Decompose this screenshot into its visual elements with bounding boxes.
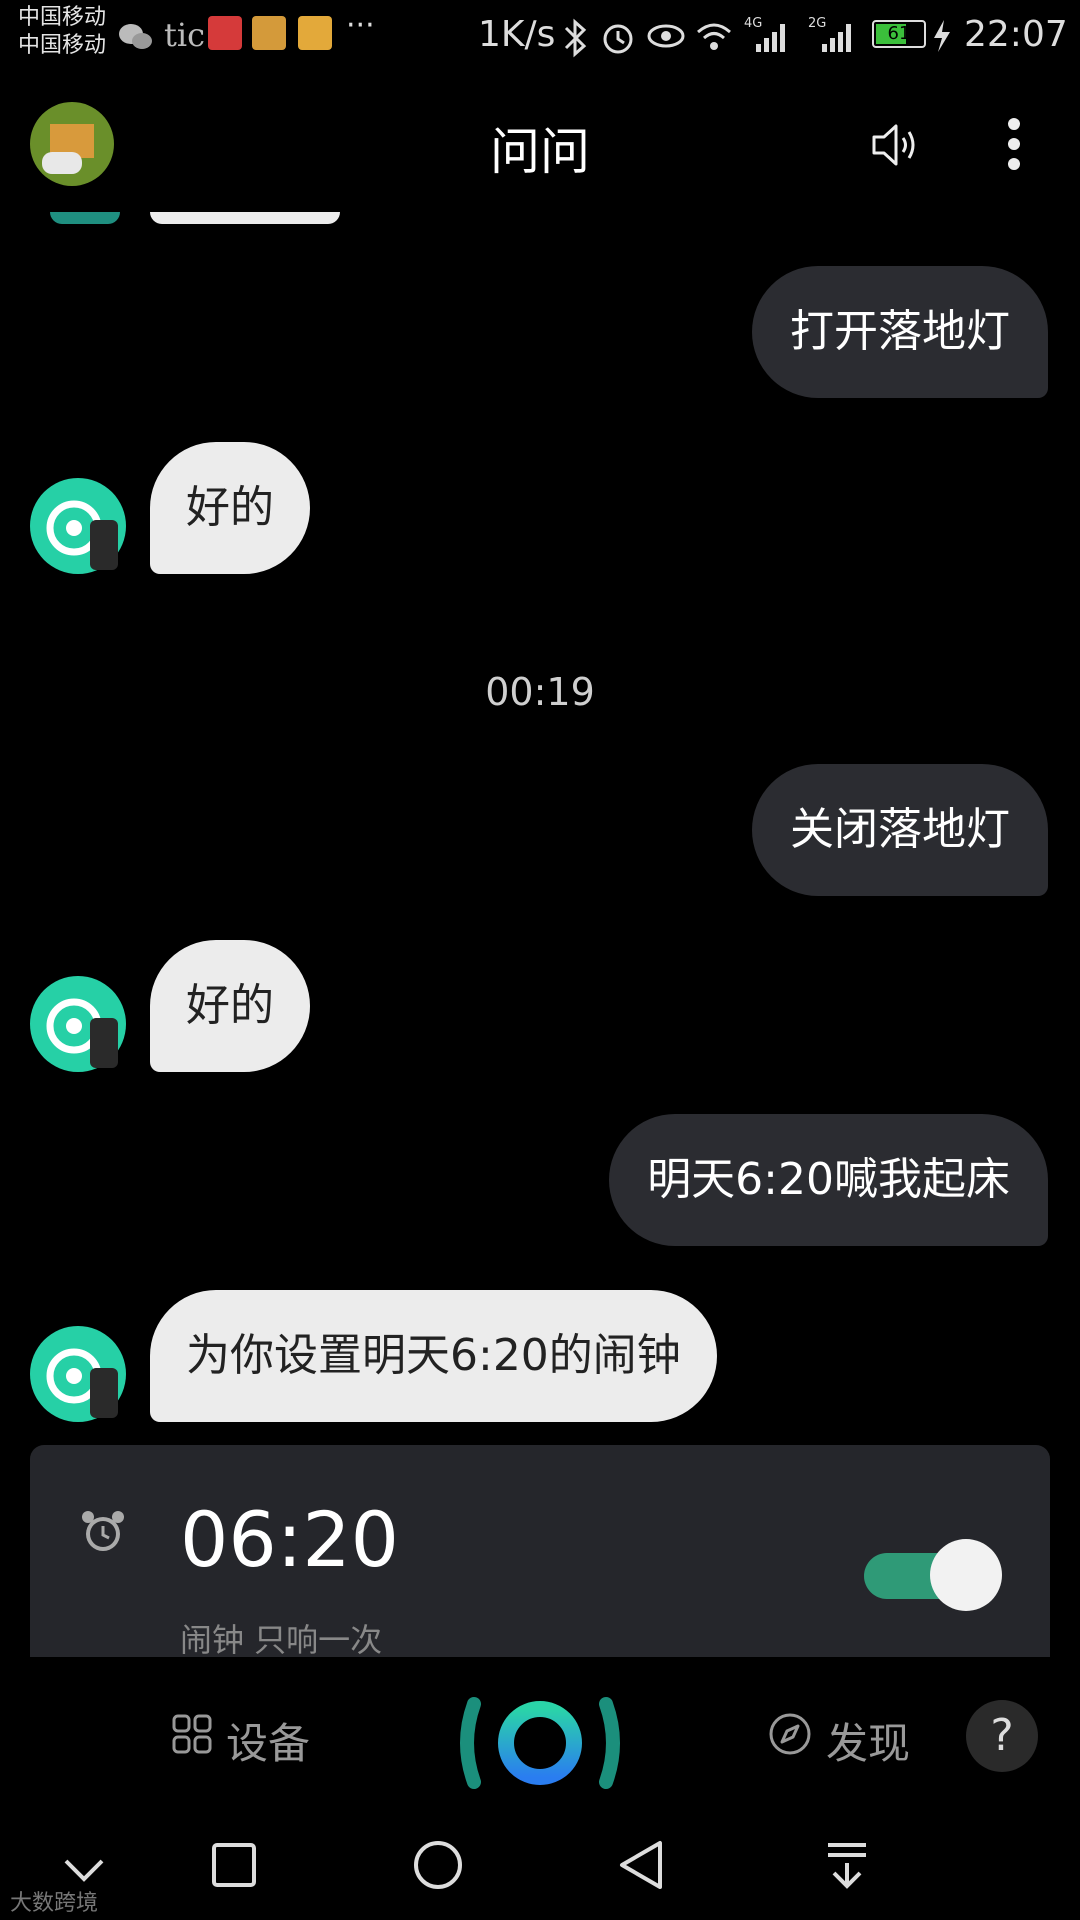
clock: 22:07	[964, 14, 1068, 55]
network-speed: 1K/s	[478, 14, 556, 55]
system-nav-bar	[0, 1815, 1080, 1920]
bot-avatar-icon	[30, 1326, 126, 1422]
battery-icon: 61	[872, 20, 926, 48]
bottom-tab-bar: 设备 发现 ?	[0, 1660, 1080, 1810]
chevron-down-icon[interactable]	[62, 1857, 106, 1885]
tab-devices[interactable]: 设备	[226, 1710, 310, 1771]
more-options-icon[interactable]	[1004, 116, 1024, 172]
compass-icon	[769, 1713, 811, 1755]
devices-grid-icon	[172, 1714, 212, 1754]
status-bar: 中国移动 中国移动 tic ··· 1K/s 4G 2G 61 22:07	[0, 0, 1080, 80]
user-message[interactable]: 明天6:20喊我起床	[609, 1114, 1048, 1246]
tic-app-label: tic	[164, 16, 206, 54]
speaker-icon[interactable]	[870, 120, 922, 170]
carrier-label-2: 中国移动	[18, 33, 107, 58]
alarm-clock-icon	[82, 1511, 124, 1551]
message-timestamp: 00:19	[485, 670, 595, 714]
wechat-icon	[119, 24, 152, 49]
carrier-label-1: 中国移动	[18, 5, 107, 30]
alarm-time: 06:20	[180, 1495, 400, 1584]
more-notifications: ···	[346, 8, 375, 43]
notification-pulldown-icon[interactable]	[824, 1841, 870, 1891]
alarm-card[interactable]: 06:20 闹钟 只响一次	[30, 1445, 1050, 1659]
weibo-icon	[298, 16, 332, 50]
wifi-icon	[697, 23, 731, 50]
bot-avatar-partial	[50, 212, 120, 224]
user-message[interactable]: 打开落地灯	[752, 266, 1048, 398]
map-app-icon	[252, 16, 286, 50]
watermark-text: 大数跨境	[10, 1891, 99, 1916]
bot-message[interactable]: 好的	[150, 442, 310, 574]
tab-discover[interactable]: 发现	[826, 1710, 910, 1771]
charging-icon	[934, 20, 950, 52]
signal-icon-1	[756, 24, 785, 52]
bot-avatar-icon	[30, 478, 126, 574]
bot-message[interactable]: 好的	[150, 940, 310, 1072]
bluetooth-icon	[564, 18, 587, 58]
video-app-icon	[208, 16, 242, 50]
user-message[interactable]: 关闭落地灯	[752, 764, 1048, 896]
back-icon[interactable]	[616, 1839, 666, 1891]
bot-avatar-icon	[30, 976, 126, 1072]
eye-comfort-icon	[647, 24, 685, 48]
voice-assistant-button[interactable]	[456, 1690, 624, 1796]
home-icon[interactable]	[412, 1839, 464, 1891]
signal-icon-2	[822, 24, 851, 52]
alarm-description: 闹钟 只响一次	[180, 1621, 383, 1659]
bot-bubble-partial	[150, 212, 340, 224]
recent-apps-icon[interactable]	[210, 1841, 258, 1889]
bot-message[interactable]: 为你设置明天6:20的闹钟	[150, 1290, 717, 1422]
alarm-status-icon	[603, 24, 633, 54]
alarm-toggle-knob[interactable]	[930, 1539, 1002, 1611]
help-button[interactable]: ?	[966, 1700, 1038, 1772]
header-bar: 问问	[0, 84, 1080, 204]
battery-level: 61	[887, 23, 911, 44]
